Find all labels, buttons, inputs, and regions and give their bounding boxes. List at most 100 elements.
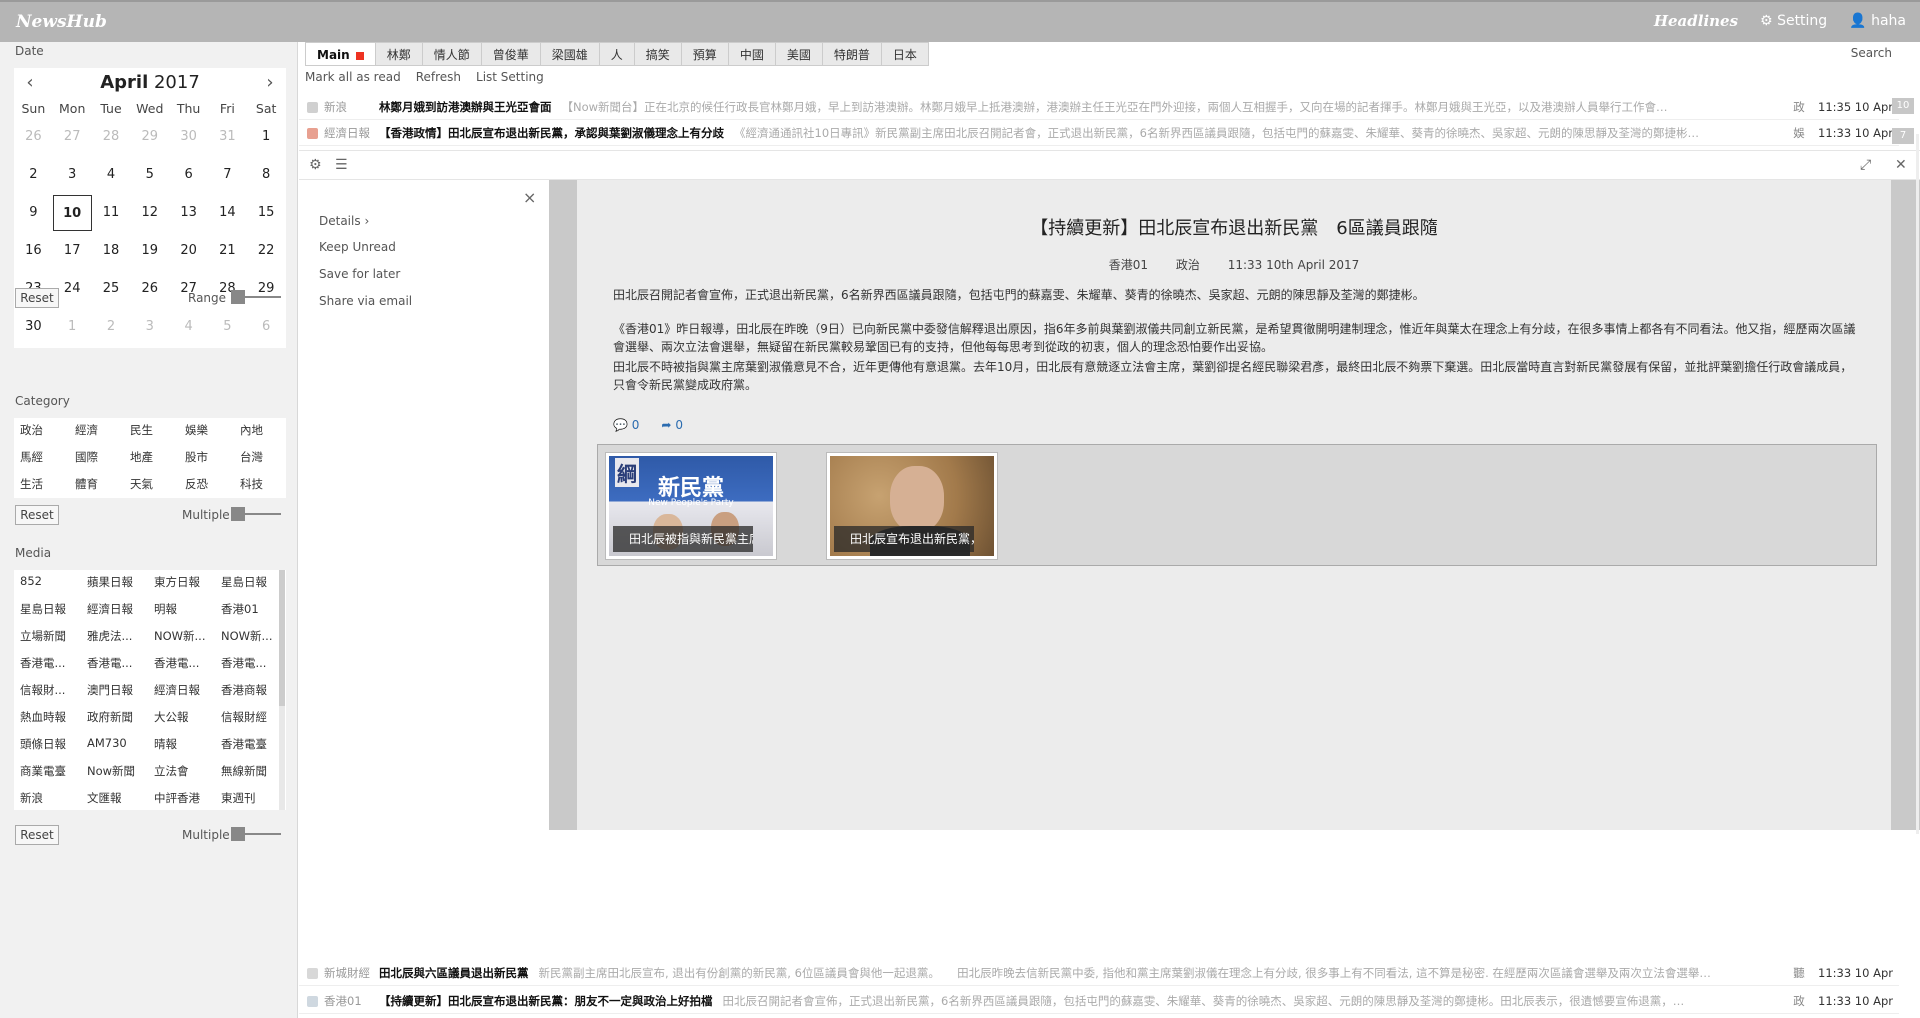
setting-link[interactable]: ⚙ Setting <box>1760 13 1827 29</box>
media-chip[interactable]: 熱血時報 <box>20 709 80 725</box>
tab-item[interactable]: 曾俊華 <box>481 42 541 66</box>
media-chip[interactable]: 雅虎法... <box>87 628 147 644</box>
share-email-item[interactable]: Share via email <box>319 294 412 308</box>
calendar-day[interactable]: 31 <box>208 119 247 155</box>
calendar-day[interactable]: 2 <box>14 157 53 193</box>
calendar-day[interactable]: 1 <box>247 119 286 155</box>
calendar-day[interactable]: 12 <box>130 195 169 231</box>
expand-icon[interactable]: ⤢ <box>1860 157 1871 173</box>
media-chip[interactable]: 香港電... <box>221 655 281 671</box>
media-chip[interactable]: AM730 <box>87 736 147 750</box>
comments-button[interactable]: 💬 0 <box>613 418 639 432</box>
calendar-day[interactable]: 13 <box>169 195 208 231</box>
user-menu[interactable]: 👤 haha <box>1849 13 1906 29</box>
keep-unread-item[interactable]: Keep Unread <box>319 240 396 254</box>
category-chip[interactable]: 民生 <box>130 422 180 438</box>
calendar-day[interactable]: 2 <box>92 309 131 345</box>
calendar-day[interactable]: 3 <box>130 309 169 345</box>
media-chip[interactable]: 香港電... <box>154 655 214 671</box>
calendar-day[interactable]: 18 <box>92 233 131 269</box>
close-menu-icon[interactable]: × <box>523 188 536 207</box>
media-chip[interactable]: NOW新... <box>154 628 214 644</box>
media-reset-button[interactable]: Reset <box>15 825 59 845</box>
media-chip[interactable]: 晴報 <box>154 736 214 752</box>
menu-icon[interactable]: ☰ <box>335 157 348 173</box>
calendar-day[interactable]: 4 <box>92 157 131 193</box>
news-title[interactable]: 【持續更新】田北辰宣布退出新民黨：朋友不一定與政治上好拍檔 <box>379 993 723 1009</box>
media-chip[interactable]: 香港商報 <box>221 682 281 698</box>
calendar-day[interactable]: 21 <box>208 233 247 269</box>
calendar-day[interactable]: 9 <box>14 195 53 231</box>
calendar-day[interactable]: 26 <box>130 271 169 307</box>
media-chip[interactable]: 新浪 <box>20 790 80 806</box>
media-chip[interactable]: 香港電... <box>20 655 80 671</box>
tab-item[interactable]: 美國 <box>775 42 823 66</box>
category-chip[interactable]: 娛樂 <box>185 422 235 438</box>
calendar-day[interactable]: 4 <box>169 309 208 345</box>
media-chip[interactable]: 香港電臺 <box>221 736 281 752</box>
media-chip[interactable]: 東週刊 <box>221 790 281 806</box>
calendar-day[interactable]: 10 <box>52 195 92 231</box>
calendar-day[interactable]: 5 <box>208 309 247 345</box>
media-chip[interactable]: 澳門日報 <box>87 682 147 698</box>
mark-all-read-button[interactable]: Mark all as read <box>305 70 401 84</box>
tab-item[interactable]: 特朗普 <box>822 42 882 66</box>
media-chip[interactable]: 信報財... <box>20 682 80 698</box>
category-multiple-toggle[interactable] <box>231 507 281 521</box>
details-item[interactable]: Details › <box>319 214 369 228</box>
gallery-image[interactable]: 田北辰宣布退出新民黨，6區議員跟隨 <box>826 452 998 560</box>
media-chip[interactable]: 經濟日報 <box>87 601 147 617</box>
calendar-day[interactable]: 30 <box>14 309 53 345</box>
media-chip[interactable]: 經濟日報 <box>154 682 214 698</box>
news-row[interactable]: 香港01 【持續更新】田北辰宣布退出新民黨：朋友不一定與政治上好拍檔 田北辰召開記者… <box>299 988 1899 1014</box>
calendar-next-icon[interactable]: › <box>260 72 280 93</box>
calendar-day[interactable]: 27 <box>53 119 92 155</box>
category-chip[interactable]: 台灣 <box>240 449 290 465</box>
tab-item[interactable]: 中國 <box>728 42 776 66</box>
category-chip[interactable]: 生活 <box>20 476 70 492</box>
category-chip[interactable]: 馬經 <box>20 449 70 465</box>
share-button[interactable]: ➦ 0 <box>661 418 683 432</box>
headlines-link[interactable]: Headlines <box>1654 12 1738 30</box>
news-row[interactable]: 經濟日報 【香港政情】田北辰宣布退出新民黨，承認與葉劉淑儀理念上有分歧 《經濟通通訊… <box>299 120 1899 146</box>
category-chip[interactable]: 天氣 <box>130 476 180 492</box>
category-chip[interactable]: 內地 <box>240 422 290 438</box>
calendar-day[interactable]: 15 <box>247 195 286 231</box>
tab-item[interactable]: 人 <box>599 42 635 66</box>
calendar-day[interactable]: 11 <box>92 195 131 231</box>
news-title[interactable]: 【香港政情】田北辰宣布退出新民黨，承認與葉劉淑儀理念上有分歧 <box>379 125 734 141</box>
media-chip[interactable]: 中評香港 <box>154 790 214 806</box>
category-chip[interactable]: 地產 <box>130 449 180 465</box>
gallery-image[interactable]: 綱 新民黨 New People's Party 田北辰被指與新民黨主席葉劉淑儀 <box>605 452 777 560</box>
save-for-later-item[interactable]: Save for later <box>319 267 400 281</box>
media-chip[interactable]: 政府新聞 <box>87 709 147 725</box>
calendar-day[interactable]: 16 <box>14 233 53 269</box>
media-chip[interactable]: 大公報 <box>154 709 214 725</box>
tab-item[interactable]: 預算 <box>681 42 729 66</box>
tab-item[interactable]: 林鄭 <box>375 42 423 66</box>
tab-item[interactable]: 梁國雄 <box>540 42 600 66</box>
calendar-day[interactable]: 29 <box>130 119 169 155</box>
calendar-day[interactable]: 22 <box>247 233 286 269</box>
media-chip[interactable]: 商業電臺 <box>20 763 80 779</box>
news-row[interactable]: 新城財經 田北辰與六區議員退出新民黨 新民黨副主席田北辰宣布, 退出有份創黨的新民黨… <box>299 960 1899 986</box>
tab-main[interactable]: Main <box>305 42 376 66</box>
calendar-day[interactable]: 26 <box>14 119 53 155</box>
gear-icon[interactable]: ⚙ <box>309 157 322 173</box>
news-row[interactable]: 新浪 林鄭月娥到訪港澳辦與王光亞會面 【Now新聞台】正在北京的候任行政長官林鄭月娥… <box>299 94 1899 120</box>
calendar-day[interactable]: 25 <box>92 271 131 307</box>
category-chip[interactable]: 科技 <box>240 476 290 492</box>
date-reset-button[interactable]: Reset <box>15 288 59 308</box>
media-chip[interactable]: 星島日報 <box>20 601 80 617</box>
media-chip[interactable]: 信報財經 <box>221 709 281 725</box>
refresh-button[interactable]: Refresh <box>416 70 461 84</box>
category-chip[interactable]: 經濟 <box>75 422 125 438</box>
media-chip[interactable]: 立場新聞 <box>20 628 80 644</box>
range-toggle[interactable] <box>231 290 281 304</box>
app-logo[interactable]: NewsHub <box>16 12 107 32</box>
calendar-day[interactable]: 5 <box>130 157 169 193</box>
calendar-day[interactable]: 6 <box>247 309 286 345</box>
news-title[interactable]: 田北辰與六區議員退出新民黨 <box>379 965 539 981</box>
media-chip[interactable]: Now新聞 <box>87 763 147 779</box>
article-source[interactable]: 香港01 <box>1109 258 1148 272</box>
